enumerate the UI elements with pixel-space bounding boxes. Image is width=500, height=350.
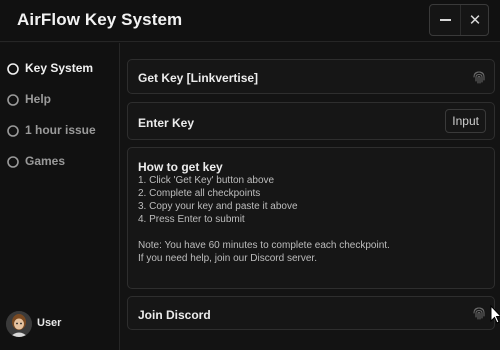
sidebar-item-key-system[interactable]: Key System — [0, 57, 119, 81]
circle-outline-icon — [7, 125, 19, 137]
window-title: AirFlow Key System — [17, 10, 183, 29]
enter-key-row: Enter Key Input — [127, 102, 495, 140]
sidebar: Key System Help 1 hour issue Games User — [0, 43, 120, 350]
fingerprint-icon — [473, 307, 485, 320]
minimize-icon — [439, 19, 451, 21]
user-label: User — [37, 317, 62, 329]
sidebar-item-label: 1 hour issue — [25, 123, 96, 137]
app-window: AirFlow Key System ✕ Key System Help 1 h… — [0, 0, 500, 350]
user-profile[interactable]: User — [0, 305, 119, 350]
instruction-line: 4. Press Enter to submit — [138, 214, 245, 225]
sidebar-item-label: Help — [25, 92, 52, 106]
get-key-label: Get Key [Linkvertise] — [138, 71, 259, 85]
instruction-note: Note: You have 60 minutes to complete ea… — [138, 240, 390, 251]
minimize-button[interactable] — [430, 5, 460, 35]
instructions-title: How to get key — [138, 160, 223, 174]
instruction-line: 1. Click 'Get Key' button above — [138, 175, 275, 186]
instructions-panel: How to get key 1. Click 'Get Key' button… — [127, 147, 495, 289]
key-input-label: Input — [452, 114, 479, 128]
fingerprint-icon — [473, 71, 485, 84]
instruction-line: 2. Complete all checkpoints — [138, 188, 261, 199]
close-button[interactable]: ✕ — [460, 5, 489, 35]
mouse-cursor-icon — [490, 305, 500, 324]
instruction-line: 3. Copy your key and paste it above — [138, 201, 298, 212]
circle-outline-icon — [7, 156, 19, 168]
key-input[interactable]: Input — [445, 109, 486, 133]
instruction-note: If you need help, join our Discord serve… — [138, 253, 317, 264]
window-controls: ✕ — [429, 4, 489, 36]
sidebar-item-1-hour-issue[interactable]: 1 hour issue — [0, 119, 119, 143]
get-key-button[interactable]: Get Key [Linkvertise] — [127, 59, 495, 94]
enter-key-label: Enter Key — [138, 116, 195, 130]
circle-outline-icon — [7, 63, 19, 75]
title-bar: AirFlow Key System ✕ — [0, 0, 500, 42]
circle-outline-icon — [7, 94, 19, 106]
close-icon: ✕ — [468, 11, 482, 29]
join-discord-label: Join Discord — [138, 308, 211, 322]
join-discord-button[interactable]: Join Discord — [127, 296, 495, 330]
sidebar-item-label: Games — [25, 154, 66, 168]
avatar-icon — [6, 311, 32, 337]
sidebar-item-help[interactable]: Help — [0, 88, 119, 112]
sidebar-item-games[interactable]: Games — [0, 150, 119, 174]
sidebar-item-label: Key System — [25, 61, 94, 75]
